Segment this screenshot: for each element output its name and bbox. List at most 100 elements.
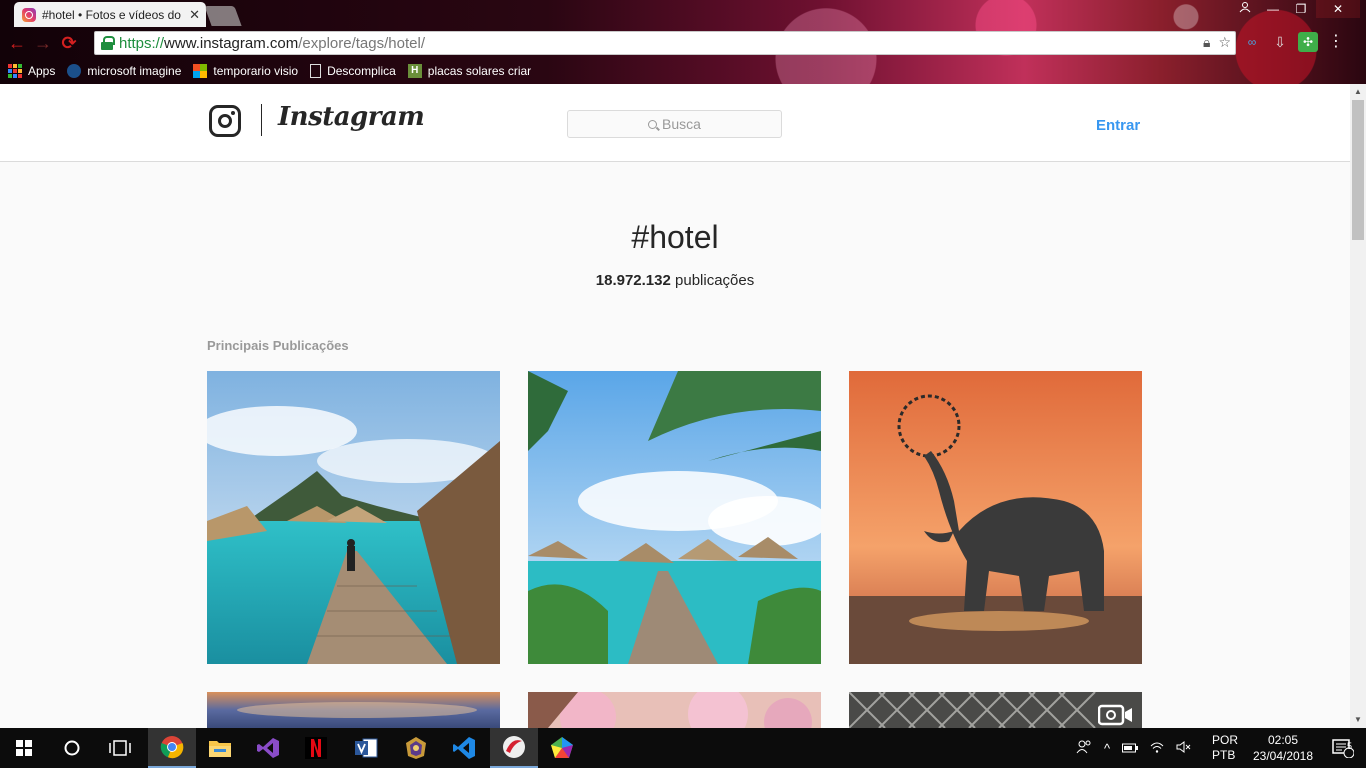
post-thumbnail[interactable]: [849, 371, 1142, 664]
keyboard-layout: PTB: [1212, 748, 1236, 762]
post-thumbnail[interactable]: [528, 692, 821, 728]
tab-instagram-hotel[interactable]: #hotel • Fotos e vídeos do Instagram ✕: [14, 2, 206, 27]
show-hidden-icons-chevron-icon[interactable]: ^: [1104, 741, 1110, 756]
page-lock-icon[interactable]: 🔒︎: [1203, 34, 1210, 51]
search-icon: [648, 119, 658, 129]
url-scheme: https://: [119, 34, 165, 52]
url-host: www.instagram.com: [164, 34, 299, 52]
people-icon[interactable]: [1076, 740, 1092, 757]
video-icon: [1098, 704, 1132, 726]
post-count-suffix: publicações: [675, 272, 755, 289]
h-favicon-icon: H: [407, 64, 422, 78]
elephant-sunset-image: [849, 371, 1142, 664]
clock-date: 23/04/2018: [1252, 749, 1314, 763]
language-code: POR: [1212, 733, 1239, 747]
task-view-button[interactable]: [96, 728, 144, 768]
bookmark-temporario-visio[interactable]: temporario visio: [193, 64, 298, 78]
bookmark-star-icon[interactable]: ☆: [1218, 34, 1231, 51]
taskbar-vscode[interactable]: [440, 728, 488, 768]
maximize-button[interactable]: ❐: [1288, 0, 1314, 18]
bookmark-microsoft-imagine[interactable]: microsoft imagine: [67, 64, 181, 78]
secure-lock-icon: [101, 36, 115, 50]
extension-download-icon[interactable]: ⇩: [1270, 32, 1290, 52]
red-swoosh-app-icon: [503, 736, 525, 758]
extension-green-icon[interactable]: ✣: [1298, 32, 1318, 52]
system-tray: ^: [1076, 728, 1192, 768]
taskbar-visual-studio[interactable]: [244, 728, 292, 768]
taskbar-chrome[interactable]: [148, 728, 196, 768]
new-tab-button[interactable]: [204, 6, 242, 26]
top-posts-heading: Principais Publicações: [207, 338, 349, 353]
forward-arrow-icon[interactable]: →: [30, 30, 56, 56]
taskbar-red-app[interactable]: [490, 728, 538, 768]
microsoft-imagine-icon: [67, 64, 82, 78]
scroll-down-icon[interactable]: ▼: [1350, 712, 1366, 728]
wifi-icon[interactable]: [1150, 741, 1164, 756]
browser-toolbar: ← → ⟳ https://www.instagram.com/explore/…: [0, 28, 1366, 58]
taskbar-game[interactable]: [392, 728, 440, 768]
windows-logo-icon: [193, 64, 208, 78]
post-count-number: 18.972.132: [595, 272, 671, 289]
visual-studio-icon: [257, 738, 279, 758]
scroll-up-icon[interactable]: ▲: [1350, 84, 1366, 100]
page-scrollbar[interactable]: ▲ ▼: [1350, 84, 1366, 728]
login-link[interactable]: Entrar: [1096, 117, 1140, 134]
bookmarks-bar: Apps microsoft imagine temporario visio …: [0, 59, 531, 83]
bookmark-label: temporario visio: [213, 64, 299, 78]
bookmark-label: Descomplica: [327, 64, 396, 78]
notification-count: 5: [1347, 741, 1353, 751]
bookmark-descomplica[interactable]: Descomplica: [310, 64, 396, 78]
battery-icon[interactable]: [1122, 741, 1139, 756]
tag-title: #hotel: [631, 219, 719, 255]
bookmark-apps[interactable]: Apps: [8, 64, 55, 78]
close-window-button[interactable]: ✕: [1316, 0, 1360, 18]
taskbar-netflix[interactable]: [292, 728, 340, 768]
minimize-button[interactable]: —: [1260, 0, 1286, 18]
profile-icon[interactable]: [1232, 0, 1258, 18]
post-thumbnail[interactable]: [207, 371, 500, 664]
taskbar-visio[interactable]: [342, 728, 390, 768]
reload-icon[interactable]: ⟳: [56, 30, 82, 56]
instagram-camera-icon[interactable]: [209, 105, 241, 137]
bookmark-label: microsoft imagine: [87, 64, 182, 78]
tab-title: #hotel • Fotos e vídeos do Instagram: [42, 7, 183, 22]
tag-explore-page: #hotel 18.972.132 publicações Principais…: [0, 162, 1350, 728]
post-thumbnail[interactable]: [849, 692, 1142, 728]
chrome-icon: [160, 736, 184, 759]
colorful-pentagon-icon: [551, 737, 573, 758]
tab-close-icon[interactable]: ✕: [189, 7, 200, 23]
post-thumbnail[interactable]: [528, 371, 821, 664]
windows-taskbar: ^ POR PTB 02:05 23/04/2018 5: [0, 728, 1366, 768]
search-input[interactable]: Busca: [567, 110, 782, 138]
bookmark-label: placas solares criar: [427, 64, 532, 78]
pink-flowers-image: [528, 692, 821, 728]
vscode-icon: [453, 737, 475, 759]
address-bar[interactable]: https://www.instagram.com/explore/tags/h…: [94, 31, 1236, 55]
visio-icon: [355, 738, 378, 758]
start-button[interactable]: [0, 728, 48, 768]
post-thumbnail[interactable]: [207, 692, 500, 728]
post-count: 18.972.132 publicações: [0, 272, 1350, 289]
instagram-wordmark[interactable]: Instagram: [278, 102, 425, 132]
netflix-icon: [305, 737, 327, 759]
back-arrow-icon[interactable]: ←: [4, 30, 30, 56]
windows-start-icon: [16, 740, 32, 756]
folder-icon: [209, 741, 231, 757]
bungalow-boardwalk-image: [207, 371, 500, 664]
sunset-sky-image: [207, 692, 500, 728]
chrome-menu-icon[interactable]: ⋮: [1326, 32, 1346, 52]
apps-grid-icon: [8, 64, 22, 78]
taskbar-colorful-app[interactable]: [538, 728, 586, 768]
action-center-button[interactable]: 5: [1320, 728, 1366, 768]
taskbar-file-explorer[interactable]: [196, 728, 244, 768]
scroll-thumb[interactable]: [1352, 100, 1364, 240]
extension-glasses-icon[interactable]: ∞: [1242, 32, 1262, 52]
search-placeholder: Busca: [662, 116, 701, 132]
instagram-favicon-icon: [22, 7, 36, 22]
volume-muted-icon[interactable]: [1176, 740, 1192, 756]
clock-time: 02:05: [1267, 733, 1299, 747]
game-crest-icon: [406, 737, 426, 759]
bookmark-placas-solares[interactable]: H placas solares criar: [407, 64, 532, 78]
clock[interactable]: 02:05 23/04/2018: [1246, 728, 1320, 768]
cortana-search-button[interactable]: [48, 728, 96, 768]
